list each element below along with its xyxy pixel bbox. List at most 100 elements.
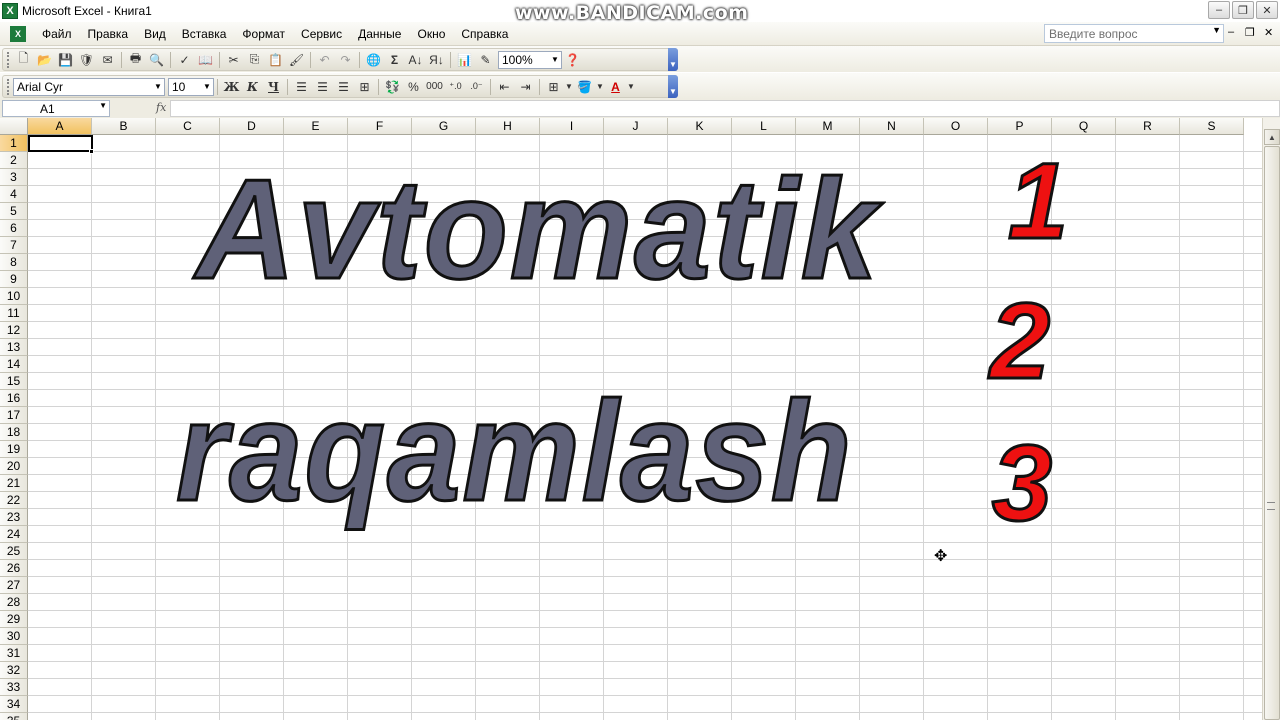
chevron-down-icon[interactable]: ▼ <box>626 77 636 97</box>
menu-window[interactable]: Окно <box>409 27 453 41</box>
row-header[interactable]: 35 <box>0 713 28 720</box>
format-painter-icon[interactable]: 🖌 <box>286 50 307 70</box>
italic-button[interactable]: К <box>242 77 263 97</box>
restore-button[interactable]: ❐ <box>1232 1 1254 19</box>
active-cell[interactable] <box>28 135 93 152</box>
row-header[interactable]: 20 <box>0 458 28 475</box>
vertical-scrollbar[interactable]: ▲ <box>1262 118 1280 720</box>
row-header[interactable]: 31 <box>0 645 28 662</box>
font-color-icon[interactable]: A <box>605 77 626 97</box>
menu-data[interactable]: Данные <box>350 27 409 41</box>
thousands-separator-button[interactable]: 000 <box>424 77 445 97</box>
row-header[interactable]: 34 <box>0 696 28 713</box>
save-icon[interactable]: 💾 <box>55 50 76 70</box>
increase-indent-icon[interactable]: ⇥ <box>515 77 536 97</box>
row-header[interactable]: 9 <box>0 271 28 288</box>
chevron-down-icon[interactable]: ▼ <box>564 77 574 97</box>
fill-handle[interactable] <box>89 149 94 154</box>
row-header[interactable]: 33 <box>0 679 28 696</box>
column-header[interactable]: Q <box>1052 118 1116 135</box>
underline-button[interactable]: Ч <box>263 77 284 97</box>
column-header[interactable]: I <box>540 118 604 135</box>
undo-icon[interactable]: ↶ <box>314 50 335 70</box>
paste-icon[interactable]: 📋 <box>265 50 286 70</box>
column-header[interactable]: O <box>924 118 988 135</box>
excel-app-icon[interactable]: X <box>2 3 18 19</box>
workbook-icon[interactable]: X <box>10 25 26 42</box>
wordart-number-1[interactable]: 1 <box>1006 138 1069 263</box>
bold-button[interactable]: Ж <box>221 77 242 97</box>
row-header[interactable]: 14 <box>0 356 28 373</box>
chevron-down-icon[interactable]: ▼ <box>201 79 213 95</box>
font-name-combo[interactable]: Arial Cyr ▼ <box>13 77 165 96</box>
new-icon[interactable]: 🗋 <box>13 50 34 70</box>
menu-tools[interactable]: Сервис <box>293 27 350 41</box>
menu-format[interactable]: Формат <box>234 27 293 41</box>
row-header[interactable]: 10 <box>0 288 28 305</box>
merge-center-icon[interactable]: ⊞ <box>354 77 375 97</box>
doc-minimize-button[interactable]: – <box>1228 26 1234 38</box>
row-header[interactable]: 28 <box>0 594 28 611</box>
wordart-title-line2[interactable]: raqamlash <box>175 370 853 534</box>
insert-function-button[interactable]: fx <box>156 101 166 114</box>
row-header[interactable]: 22 <box>0 492 28 509</box>
column-header[interactable]: L <box>732 118 796 135</box>
column-header[interactable]: J <box>604 118 668 135</box>
sort-descending-icon[interactable]: Я↓ <box>426 50 447 70</box>
row-header[interactable]: 6 <box>0 220 28 237</box>
currency-icon[interactable]: 💱 <box>382 77 403 97</box>
column-header[interactable]: K <box>668 118 732 135</box>
row-header[interactable]: 7 <box>0 237 28 254</box>
minimize-button[interactable]: – <box>1208 1 1230 19</box>
row-header[interactable]: 3 <box>0 169 28 186</box>
cut-icon[interactable]: ✂ <box>223 50 244 70</box>
column-header[interactable]: H <box>476 118 540 135</box>
menu-file[interactable]: Файл <box>34 27 80 41</box>
spelling-icon[interactable]: ✓ <box>174 50 195 70</box>
help-icon[interactable]: ❓ <box>562 50 583 70</box>
menu-insert[interactable]: Вставка <box>174 27 235 41</box>
row-header[interactable]: 17 <box>0 407 28 424</box>
toolbar-options-button[interactable]: ▼ <box>668 48 678 71</box>
column-header[interactable]: E <box>284 118 348 135</box>
autosum-icon[interactable]: Σ <box>384 50 405 70</box>
row-header[interactable]: 12 <box>0 322 28 339</box>
row-header[interactable]: 29 <box>0 611 28 628</box>
chevron-down-icon[interactable]: ▼ <box>99 101 107 110</box>
chevron-down-icon[interactable]: ▼ <box>595 77 605 97</box>
select-all-button[interactable] <box>0 118 28 135</box>
row-header[interactable]: 2 <box>0 152 28 169</box>
row-header[interactable]: 11 <box>0 305 28 322</box>
research-icon[interactable]: 📖 <box>195 50 216 70</box>
redo-icon[interactable]: ↷ <box>335 50 356 70</box>
fill-color-icon[interactable]: 🪣 <box>574 77 595 97</box>
align-left-icon[interactable]: ☰ <box>291 77 312 97</box>
close-button[interactable]: ✕ <box>1256 1 1278 19</box>
print-preview-icon[interactable]: 🔍 <box>146 50 167 70</box>
row-header[interactable]: 32 <box>0 662 28 679</box>
row-header[interactable]: 21 <box>0 475 28 492</box>
row-header[interactable]: 5 <box>0 203 28 220</box>
print-icon[interactable]: 🖶 <box>125 50 146 70</box>
name-box[interactable]: A1 ▼ <box>2 100 110 117</box>
row-header[interactable]: 19 <box>0 441 28 458</box>
column-header[interactable]: P <box>988 118 1052 135</box>
column-header[interactable]: M <box>796 118 860 135</box>
row-header[interactable]: 16 <box>0 390 28 407</box>
font-size-combo[interactable]: 10 ▼ <box>168 77 214 96</box>
doc-close-button[interactable]: ✕ <box>1264 26 1273 39</box>
copy-icon[interactable]: ⎘ <box>244 50 265 70</box>
column-header[interactable]: D <box>220 118 284 135</box>
wordart-title-line1[interactable]: Avtomatik <box>195 148 879 312</box>
zoom-combo[interactable]: 100% ▼ <box>498 50 562 69</box>
align-right-icon[interactable]: ☰ <box>333 77 354 97</box>
column-header[interactable]: C <box>156 118 220 135</box>
menu-edit[interactable]: Правка <box>80 27 137 41</box>
chart-wizard-icon[interactable]: 📊 <box>454 50 475 70</box>
wordart-number-3[interactable]: 3 <box>990 420 1053 545</box>
borders-icon[interactable]: ⊞ <box>543 77 564 97</box>
decrease-decimal-icon[interactable]: .0⁻ <box>466 77 487 97</box>
toolbar-grip[interactable] <box>7 51 10 68</box>
menu-view[interactable]: Вид <box>136 27 174 41</box>
decrease-indent-icon[interactable]: ⇤ <box>494 77 515 97</box>
